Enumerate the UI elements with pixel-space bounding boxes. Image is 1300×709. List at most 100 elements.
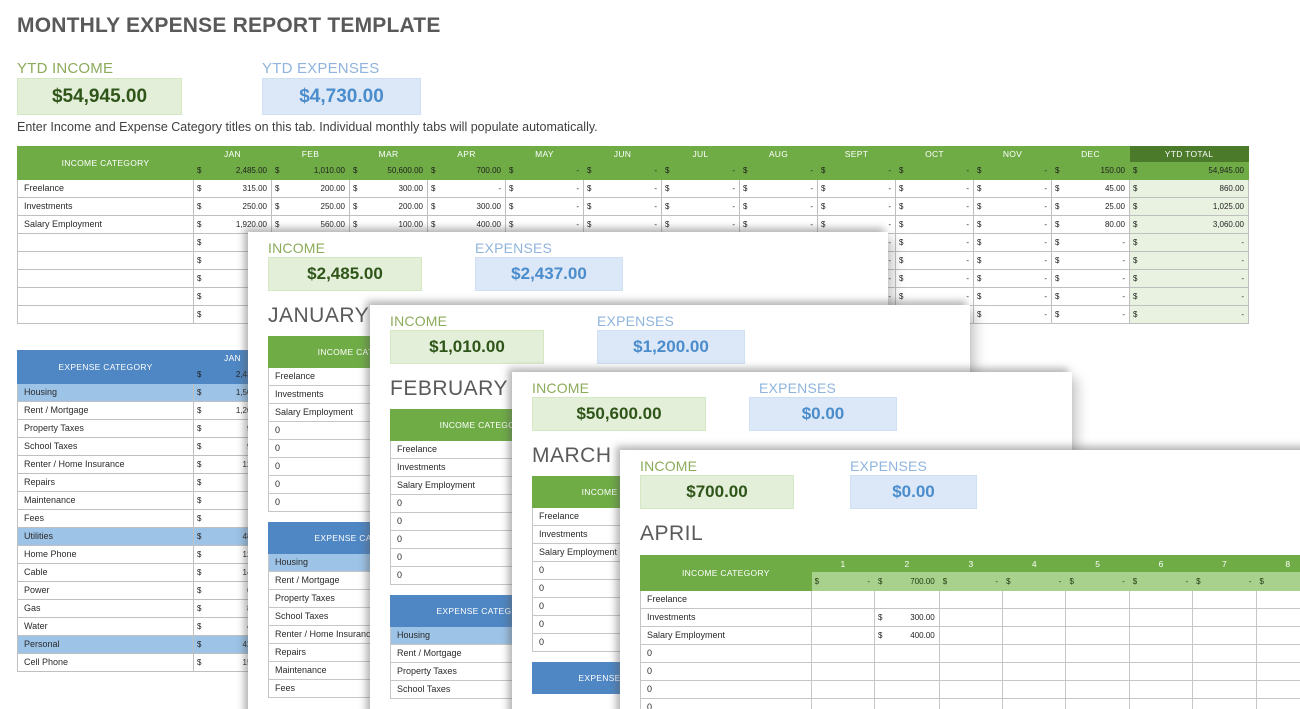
money-cell[interactable]: $- <box>1051 269 1130 288</box>
money-cell[interactable]: $- <box>661 197 740 216</box>
table-row[interactable]: Cable$145.00 <box>17 563 272 582</box>
april-day-cell[interactable] <box>1002 608 1067 627</box>
table-row[interactable]: Gas$80.00 <box>17 599 272 618</box>
income-category-name[interactable] <box>17 233 194 252</box>
expense-category-name[interactable]: Cell Phone <box>17 653 194 672</box>
money-cell[interactable]: $- <box>1129 269 1249 288</box>
table-row[interactable]: 0 <box>640 644 1300 663</box>
money-cell[interactable]: $- <box>895 215 974 234</box>
money-cell[interactable]: $860.00 <box>1129 179 1249 198</box>
money-cell[interactable]: $50,600.00 <box>349 161 428 180</box>
april-day-cell[interactable] <box>1065 644 1130 663</box>
money-cell[interactable]: $- <box>1192 571 1257 591</box>
april-day-cell[interactable] <box>810 644 876 663</box>
april-day-cell[interactable] <box>1192 626 1257 645</box>
expense-category-name[interactable]: Maintenance <box>17 491 194 510</box>
money-cell[interactable]: $- <box>973 161 1052 180</box>
april-day-cell[interactable] <box>810 590 876 609</box>
money-cell[interactable]: $- <box>895 251 974 270</box>
april-day-cell[interactable] <box>810 662 876 681</box>
table-row[interactable]: Renter / Home Insurance$120.00 <box>17 455 272 474</box>
april-day-cell[interactable] <box>1002 698 1067 709</box>
money-cell[interactable]: $300.00 <box>874 608 940 627</box>
expense-table[interactable]: EXPENSE CATEGORYJAN$2,437.00Housing$1,50… <box>17 350 272 672</box>
money-cell[interactable]: $- <box>973 251 1052 270</box>
april-day-cell[interactable] <box>1255 644 1300 663</box>
april-day-cell[interactable] <box>874 698 940 709</box>
money-cell[interactable]: $- <box>895 179 974 198</box>
money-cell[interactable]: $400.00 <box>427 215 506 234</box>
expense-category-name[interactable]: Repairs <box>17 473 194 492</box>
money-cell[interactable]: $- <box>973 179 1052 198</box>
table-row[interactable]: Personal$425.00 <box>17 635 272 654</box>
money-cell[interactable]: $200.00 <box>349 197 428 216</box>
month-panel-april[interactable]: INCOME $700.00 EXPENSES $0.00 APRIL INCO… <box>620 450 1300 709</box>
money-cell[interactable]: $54,945.00 <box>1129 161 1249 180</box>
expense-category-name[interactable]: Home Phone <box>17 545 194 564</box>
money-cell[interactable]: $- <box>505 197 584 216</box>
april-income-category-name[interactable]: Investments <box>640 608 812 627</box>
money-cell[interactable]: $700.00 <box>874 571 940 591</box>
april-day-cell[interactable] <box>874 644 940 663</box>
money-cell[interactable]: $- <box>739 215 818 234</box>
money-cell[interactable]: $300.00 <box>349 179 428 198</box>
money-cell[interactable]: $200.00 <box>271 179 350 198</box>
expense-category-name[interactable]: Property Taxes <box>17 419 194 438</box>
april-day-cell[interactable] <box>1002 680 1067 699</box>
april-income-category-name[interactable]: Freelance <box>640 590 812 609</box>
money-cell[interactable]: $- <box>973 305 1052 324</box>
money-cell[interactable]: $- <box>973 215 1052 234</box>
table-row[interactable]: Utilities$487.00 <box>17 527 272 546</box>
april-day-cell[interactable] <box>810 626 876 645</box>
april-day-cell[interactable] <box>938 698 1004 709</box>
money-cell[interactable]: $250.00 <box>193 197 272 216</box>
money-cell[interactable]: $- <box>973 233 1052 252</box>
money-cell[interactable]: $- <box>1128 571 1194 591</box>
money-cell[interactable]: $- <box>583 179 662 198</box>
april-income-category-name[interactable]: Salary Employment <box>640 626 812 645</box>
table-row[interactable]: Housing$1,500.00 <box>17 383 272 402</box>
expense-category-name[interactable]: School Taxes <box>17 437 194 456</box>
expense-category-name[interactable]: Gas <box>17 599 194 618</box>
april-day-cell[interactable] <box>874 680 940 699</box>
april-day-cell[interactable] <box>1255 590 1300 609</box>
expense-category-name[interactable]: Renter / Home Insurance <box>17 455 194 474</box>
money-cell[interactable]: $- <box>583 215 662 234</box>
table-row[interactable]: Investments $300.00 <box>640 608 1300 627</box>
april-day-cell[interactable] <box>1192 662 1257 681</box>
money-cell[interactable]: $250.00 <box>271 197 350 216</box>
table-row[interactable]: Freelance <box>640 590 1300 609</box>
april-day-cell[interactable] <box>1128 662 1194 681</box>
money-cell[interactable]: $- <box>895 287 974 306</box>
expense-category-name[interactable]: Water <box>17 617 194 636</box>
money-cell[interactable]: $- <box>810 571 876 591</box>
money-cell[interactable]: $- <box>661 179 740 198</box>
money-cell[interactable]: $- <box>973 269 1052 288</box>
table-row[interactable]: Home Phone$120.00 <box>17 545 272 564</box>
april-income-table[interactable]: INCOME CATEGORY 1 2 3 4 5 6 7 8 $ - $700.00 $ - $ - $ - $ -… <box>640 554 1300 709</box>
april-day-cell[interactable] <box>1255 662 1300 681</box>
expense-category-name[interactable]: Personal <box>17 635 194 654</box>
money-cell[interactable]: $- <box>661 215 740 234</box>
april-day-cell[interactable] <box>1128 608 1194 627</box>
money-cell[interactable]: $- <box>505 161 584 180</box>
money-cell[interactable]: $150.00 <box>1051 161 1130 180</box>
table-row[interactable]: Salary Employment $400.00 <box>640 626 1300 645</box>
money-cell[interactable]: $- <box>661 161 740 180</box>
money-cell[interactable]: $- <box>1255 571 1300 591</box>
april-income-category-name[interactable]: 0 <box>640 698 812 709</box>
money-cell[interactable]: $- <box>1129 287 1249 306</box>
income-category-name[interactable]: Salary Employment <box>17 215 194 234</box>
money-cell[interactable]: $- <box>895 233 974 252</box>
april-day-cell[interactable] <box>1002 644 1067 663</box>
april-day-cell[interactable] <box>938 626 1004 645</box>
income-category-name[interactable] <box>17 305 194 324</box>
money-cell[interactable]: $- <box>895 269 974 288</box>
april-day-cell[interactable] <box>1065 680 1130 699</box>
april-day-cell[interactable] <box>938 662 1004 681</box>
expense-category-name[interactable]: Rent / Mortgage <box>17 401 194 420</box>
expense-category-name[interactable]: Utilities <box>17 527 194 546</box>
april-day-cell[interactable] <box>1255 626 1300 645</box>
money-cell[interactable]: $- <box>427 179 506 198</box>
money-cell[interactable]: $- <box>505 215 584 234</box>
